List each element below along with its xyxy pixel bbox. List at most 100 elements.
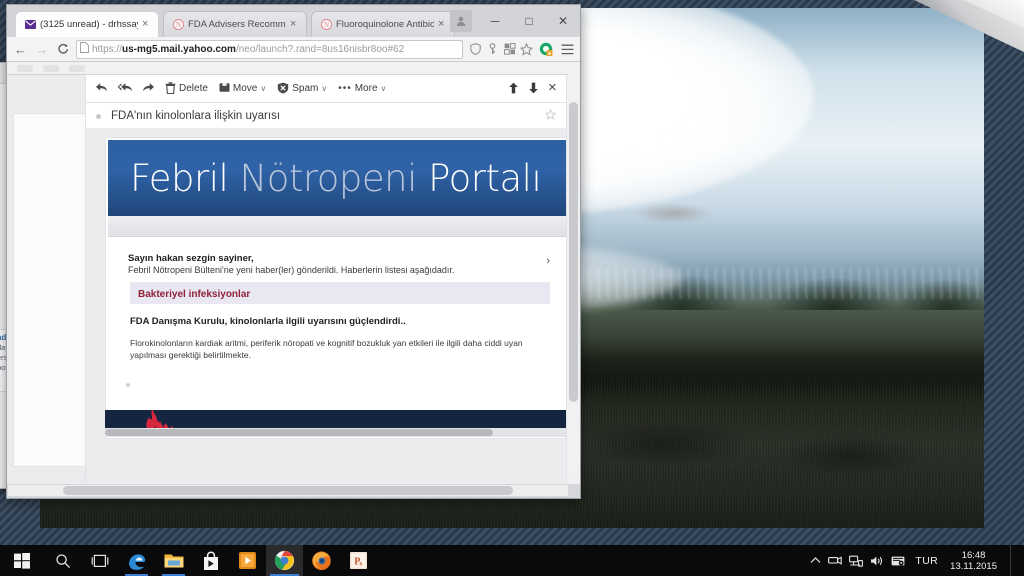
shield-icon[interactable] xyxy=(469,43,482,56)
browser-tab-2-label: FDA Advisers Recommen xyxy=(188,19,286,30)
close-message-button[interactable]: ✕ xyxy=(545,81,560,96)
tab-strip: (3125 unread) - drhssayin × N FDA Advise… xyxy=(7,5,580,37)
pane-resize-handle[interactable]: › xyxy=(546,255,550,267)
edge-icon xyxy=(128,553,145,570)
bookmarks-bar[interactable] xyxy=(7,62,580,75)
browser-tab-1[interactable]: (3125 unread) - drhssayin × xyxy=(15,11,159,37)
browser-tab-1-label: (3125 unread) - drhssayin xyxy=(40,19,138,30)
email-article-body: Florokinolonların kardiak aritmi, perife… xyxy=(130,338,523,360)
bookmark-item[interactable] xyxy=(69,64,85,72)
close-icon[interactable]: × xyxy=(438,19,448,30)
email-category-label: Bakteriyel infeksiyonlar xyxy=(138,289,251,300)
browser-tab-3[interactable]: N Fluoroquinolone Antibiot × xyxy=(311,11,455,37)
browser-vscroll-thumb[interactable] xyxy=(569,102,578,402)
maximize-button[interactable]: □ xyxy=(512,7,546,35)
email-horizontal-scrollbar[interactable] xyxy=(105,428,566,437)
arrow-up-icon xyxy=(508,82,519,96)
message-toolbar: Delete Move ∨ Spam ∨ ••• More ∨ ✕ xyxy=(86,75,566,103)
mail-reading-pane: Delete Move ∨ Spam ∨ ••• More ∨ ✕ FDA'nı… xyxy=(85,75,566,484)
close-window-button[interactable]: ✕ xyxy=(546,7,580,35)
omnibox-actions xyxy=(469,42,533,56)
trash-icon xyxy=(165,81,176,96)
move-label: Move xyxy=(232,83,258,94)
clock-date: 13.11.2015 xyxy=(950,560,997,572)
green-extension-icon[interactable] xyxy=(539,42,554,57)
spam-shield-icon xyxy=(277,82,289,96)
photoshop-icon: P s xyxy=(350,552,367,569)
reply-button[interactable] xyxy=(92,80,111,97)
person-icon[interactable] xyxy=(450,10,472,32)
more-button[interactable]: ••• More ∨ xyxy=(334,81,390,96)
minimize-button[interactable]: ─ xyxy=(478,7,512,35)
chrome-browser-window[interactable]: (3125 unread) - drhssayin × N FDA Advise… xyxy=(6,4,581,499)
url-path: /neo/launch?.rand=8us16nisbr8oo#62 xyxy=(235,43,405,55)
chrome-menu-icon[interactable] xyxy=(560,42,574,56)
firefox-icon xyxy=(312,551,331,571)
email-text-block: Sayın hakan sezgin sayiner, Febril Nötro… xyxy=(106,237,566,361)
more-label: More xyxy=(354,83,378,94)
svg-text:N: N xyxy=(175,21,180,29)
chrome-button[interactable] xyxy=(266,545,303,576)
delete-label: Delete xyxy=(179,83,208,94)
browser-toolbar: ← → https://us-mg5.mail.yahoo.com/neo/la… xyxy=(7,37,580,62)
key-icon[interactable] xyxy=(486,43,499,56)
back-button[interactable]: ← xyxy=(13,42,28,57)
show-desktop-button[interactable] xyxy=(1010,545,1018,576)
tray-chevron-up-icon[interactable] xyxy=(810,556,821,565)
search-button[interactable] xyxy=(44,545,81,576)
spam-label: Spam xyxy=(292,83,319,94)
task-view-icon xyxy=(91,554,108,567)
extension-icon[interactable] xyxy=(503,43,516,56)
previous-message-button[interactable] xyxy=(505,80,522,98)
edge-button[interactable] xyxy=(118,545,155,576)
email-category-band: Bakteriyel infeksiyonlar xyxy=(130,282,550,304)
page-viewport: Delete Move ∨ Spam ∨ ••• More ∨ ✕ FDA'nı… xyxy=(7,75,580,484)
bookmark-item[interactable] xyxy=(43,64,59,72)
unread-dot-icon xyxy=(96,113,101,119)
star-icon[interactable] xyxy=(544,108,557,123)
action-center-icon[interactable] xyxy=(891,555,905,567)
close-icon[interactable]: × xyxy=(142,19,152,30)
task-view-button[interactable] xyxy=(81,545,118,576)
chevron-down-icon: ∨ xyxy=(321,84,328,93)
network-icon[interactable] xyxy=(849,555,864,567)
delete-button[interactable]: Delete xyxy=(161,80,212,98)
browser-horizontal-scrollbar[interactable] xyxy=(8,485,568,496)
bookmark-star-icon[interactable] xyxy=(520,42,533,56)
yahoo-mail-icon xyxy=(24,19,36,31)
banner-word-1: Febril xyxy=(130,156,240,200)
url-scheme: https:// xyxy=(92,43,123,55)
forward-button[interactable] xyxy=(139,80,158,97)
close-icon[interactable]: × xyxy=(290,19,300,30)
bookmark-item[interactable] xyxy=(17,64,33,72)
start-button[interactable] xyxy=(0,545,44,576)
n-site-icon: N xyxy=(172,19,184,31)
chrome-icon xyxy=(274,550,295,571)
windows-logo-icon xyxy=(14,552,30,569)
volume-icon[interactable] xyxy=(870,555,884,567)
reload-button[interactable] xyxy=(55,42,70,57)
language-indicator[interactable]: TUR xyxy=(912,555,941,567)
next-message-button[interactable] xyxy=(525,80,542,98)
url-host: us-mg5.mail.yahoo.com xyxy=(122,43,236,55)
forward-button[interactable]: → xyxy=(34,42,49,57)
clock[interactable]: 16:48 13.11.2015 xyxy=(948,550,1003,572)
browser-vertical-scrollbar[interactable] xyxy=(568,74,579,478)
move-button[interactable]: Move ∨ xyxy=(215,80,270,97)
address-bar[interactable]: https://us-mg5.mail.yahoo.com/neo/launch… xyxy=(76,39,463,59)
media-player-button[interactable] xyxy=(229,545,266,576)
reply-all-button[interactable] xyxy=(114,80,136,97)
usb-device-icon[interactable] xyxy=(828,555,843,566)
email-banner-subbar xyxy=(108,216,566,237)
firefox-button[interactable] xyxy=(303,545,340,576)
email-hscroll-thumb[interactable] xyxy=(105,429,493,436)
email-bullet-icon xyxy=(126,383,130,387)
browser-tab-2[interactable]: N FDA Advisers Recommen × xyxy=(163,11,307,37)
photoshop-button[interactable]: P s xyxy=(340,545,377,576)
message-subject-row[interactable]: FDA'nın kinolonlara ilişkin uyarısı xyxy=(86,103,566,130)
store-button[interactable] xyxy=(192,545,229,576)
email-article-title[interactable]: FDA Danışma Kurulu, kinolonlarla ilgili … xyxy=(130,316,550,327)
file-explorer-button[interactable] xyxy=(155,545,192,576)
spam-button[interactable]: Spam ∨ xyxy=(273,80,331,98)
browser-hscroll-thumb[interactable] xyxy=(63,486,513,495)
